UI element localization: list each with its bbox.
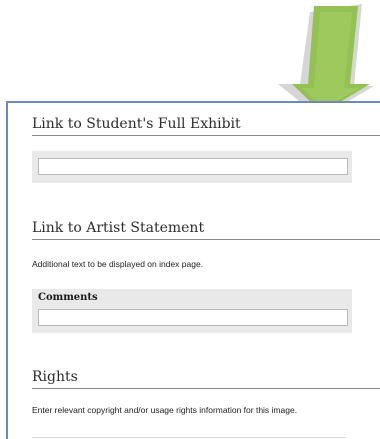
full-exhibit-heading: Link to Student's Full Exhibit	[32, 116, 241, 132]
section-divider	[32, 239, 380, 240]
full-exhibit-input[interactable]	[38, 158, 348, 175]
artist-statement-help-text: Additional text to be displayed on index…	[32, 259, 204, 269]
rights-field-top-edge	[32, 437, 346, 438]
full-exhibit-field-box	[32, 151, 352, 183]
comments-input[interactable]	[38, 309, 348, 326]
metadata-form-panel: Link to Student's Full Exhibit Link to A…	[6, 101, 380, 439]
rights-help-text: Enter relevant copyright and/or usage ri…	[32, 405, 298, 415]
rights-heading: Rights	[32, 369, 78, 385]
section-divider	[32, 388, 380, 389]
comments-label: Comments	[38, 292, 98, 303]
artist-statement-heading: Link to Artist Statement	[32, 220, 205, 236]
comments-field-box: Comments	[32, 289, 352, 333]
section-divider	[32, 135, 380, 136]
